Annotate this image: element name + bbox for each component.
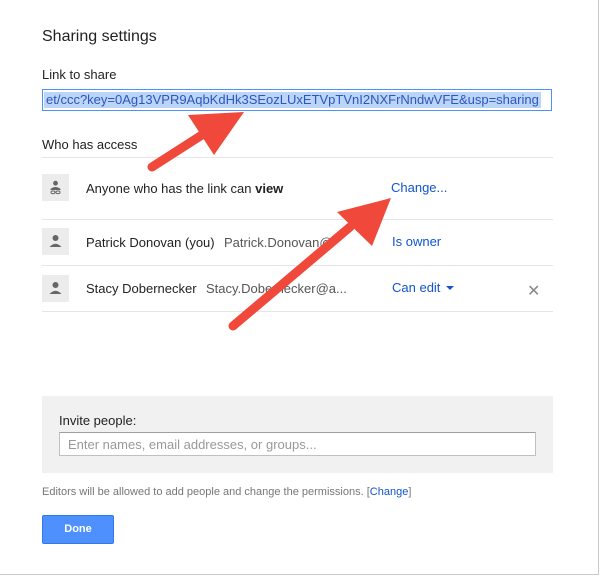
link-person-icon — [42, 174, 69, 201]
divider — [42, 311, 553, 312]
done-button[interactable]: Done — [42, 515, 114, 544]
invite-input[interactable] — [59, 432, 536, 456]
remove-user-icon[interactable]: ✕ — [527, 281, 540, 301]
owner-name: Patrick Donovan (you) — [86, 235, 215, 250]
person-icon — [42, 228, 69, 255]
arrow-to-link-field — [147, 112, 244, 172]
link-to-share-label: Link to share — [42, 67, 117, 82]
change-editor-permissions-link[interactable]: Change — [370, 486, 409, 498]
chevron-down-icon — [446, 286, 455, 290]
owner-permission: Is owner — [392, 234, 442, 249]
share-link-text[interactable]: et/ccc?key=0Ag13VPR9AqbKdHk3SEozLUxETVpT… — [44, 92, 541, 108]
dialog-title: Sharing settings — [42, 28, 157, 45]
share-link-field[interactable]: et/ccc?key=0Ag13VPR9AqbKdHk3SEozLUxETVpT… — [42, 89, 552, 111]
person-icon — [42, 275, 69, 302]
editors-note-text: Editors will be allowed to add people an… — [42, 486, 364, 498]
divider — [42, 265, 553, 266]
invite-panel: Invite people: — [42, 396, 553, 473]
invite-label: Invite people: — [59, 413, 137, 428]
change-access-link[interactable]: Change... — [391, 180, 447, 195]
permission-dropdown[interactable]: Can edit — [392, 280, 455, 295]
permission-dropdown-label: Can edit — [392, 280, 441, 295]
sharing-settings-dialog: Sharing settings Link to share et/ccc?ke… — [0, 0, 599, 575]
who-has-access-label: Who has access — [42, 137, 138, 152]
arrow-to-change-link — [228, 198, 391, 331]
owner-email: Patrick.Donovan@ — [224, 235, 333, 250]
divider — [42, 219, 553, 220]
editor-email: Stacy.Dobernecker@a... — [206, 281, 347, 296]
access-level: view — [255, 181, 284, 196]
anyone-with-link-text: Anyone who has the link can view — [86, 181, 283, 196]
divider — [42, 157, 553, 158]
access-prefix: Anyone who has the link can — [86, 181, 256, 196]
editors-permission-note: Editors will be allowed to add people an… — [42, 486, 412, 498]
editor-name: Stacy Dobernecker — [86, 281, 197, 296]
